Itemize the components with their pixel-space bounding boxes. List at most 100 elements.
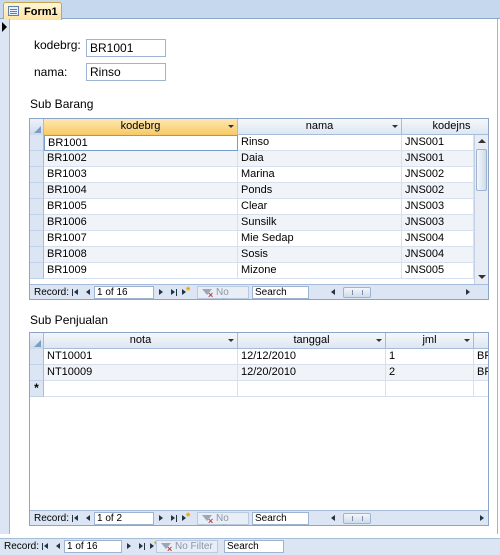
table-cell[interactable]: BR1008 [44, 247, 238, 263]
table-cell[interactable]: 1 [386, 349, 474, 365]
no-filter-button[interactable]: No Filter [156, 540, 218, 555]
table-cell[interactable]: JNS003 [402, 199, 474, 215]
column-header-kodebrg[interactable]: kodebrg [44, 119, 238, 135]
select-all-button[interactable] [30, 333, 44, 349]
search-input[interactable]: Search [252, 512, 309, 525]
table-cell[interactable]: Ponds [238, 183, 402, 199]
search-input[interactable]: Search [224, 540, 284, 553]
row-selector[interactable] [30, 215, 44, 231]
table-row[interactable]: BR1005 Clear JNS003 [30, 199, 474, 215]
table-cell[interactable]: JNS003 [402, 215, 474, 231]
row-selector[interactable] [30, 167, 44, 183]
scroll-thumb[interactable] [343, 287, 371, 298]
column-header-jml[interactable]: jml [386, 333, 474, 349]
next-record-icon[interactable] [156, 513, 167, 524]
sub-penjualan-datasheet[interactable]: nota tanggal jml NT1000112/12/20101BR100… [29, 332, 489, 526]
table-cell[interactable] [386, 381, 474, 397]
tab-form1[interactable]: Form1 [3, 2, 62, 20]
next-record-icon[interactable] [124, 541, 135, 552]
record-position-field[interactable]: 1 of 2 [94, 512, 154, 525]
last-record-icon[interactable] [136, 541, 147, 552]
table-row[interactable]: NT1000912/20/20102BR1001 [30, 365, 488, 381]
table-row[interactable]: BR1003 Marina JNS002 [30, 167, 474, 183]
chevron-down-icon[interactable] [228, 339, 234, 342]
table-cell[interactable]: BR1004 [44, 183, 238, 199]
record-position-field[interactable]: 1 of 16 [64, 540, 122, 553]
row-selector[interactable] [30, 263, 44, 279]
table-cell[interactable]: BR1002 [44, 151, 238, 167]
scroll-down-icon[interactable] [475, 270, 488, 283]
no-filter-button[interactable]: No Filter [197, 286, 249, 299]
table-row[interactable]: NT1000112/12/20101BR1001 [30, 349, 488, 365]
table-cell[interactable]: JNS004 [402, 231, 474, 247]
table-cell[interactable]: 12/12/2010 [238, 349, 386, 365]
table-cell[interactable]: BR1007 [44, 231, 238, 247]
vertical-scrollbar[interactable] [474, 135, 488, 284]
row-selector[interactable] [30, 349, 44, 365]
table-row[interactable]: BR1008 Sosis JNS004 [30, 247, 474, 263]
row-selector[interactable] [30, 365, 44, 381]
no-filter-button[interactable]: No Filter [197, 512, 249, 525]
horizontal-scrollbar[interactable] [328, 286, 474, 299]
table-row[interactable]: BR1007 Mie Sedap JNS004 [30, 231, 474, 247]
row-selector[interactable] [30, 247, 44, 263]
table-cell[interactable]: Mizone [238, 263, 402, 279]
next-record-icon[interactable] [156, 287, 167, 298]
table-cell[interactable]: 2 [386, 365, 474, 381]
chevron-down-icon[interactable] [464, 339, 470, 342]
table-cell[interactable]: Rinso [238, 135, 402, 151]
chevron-down-icon[interactable] [228, 125, 234, 128]
nama-field[interactable]: Rinso [86, 63, 166, 81]
record-selector[interactable] [0, 19, 10, 534]
table-row[interactable]: BR1001 Rinso JNS001 [30, 135, 474, 151]
last-record-icon[interactable] [168, 513, 179, 524]
table-cell[interactable]: JNS005 [402, 263, 474, 279]
table-cell[interactable]: BR1001 [44, 135, 238, 151]
first-record-icon[interactable] [70, 513, 81, 524]
previous-record-icon[interactable] [82, 287, 93, 298]
table-cell[interactable]: JNS002 [402, 167, 474, 183]
table-cell[interactable]: BR1009 [44, 263, 238, 279]
table-cell[interactable]: Marina [238, 167, 402, 183]
scroll-up-icon[interactable] [475, 135, 488, 148]
first-record-icon[interactable] [40, 541, 51, 552]
table-cell[interactable]: BR1006 [44, 215, 238, 231]
previous-record-icon[interactable] [82, 513, 93, 524]
scroll-right-icon[interactable] [476, 512, 487, 525]
row-selector[interactable] [30, 231, 44, 247]
horizontal-scrollbar[interactable] [328, 512, 488, 525]
column-header-kodebrg[interactable] [474, 333, 488, 349]
table-cell[interactable]: 12/20/2010 [238, 365, 386, 381]
table-row[interactable]: BR1006 Sunsilk JNS003 [30, 215, 474, 231]
search-input[interactable]: Search [252, 286, 309, 299]
table-cell[interactable]: Daia [238, 151, 402, 167]
table-cell[interactable]: Sosis [238, 247, 402, 263]
table-cell[interactable]: BR1003 [44, 167, 238, 183]
table-cell[interactable]: Clear [238, 199, 402, 215]
table-cell[interactable]: BR1005 [44, 199, 238, 215]
new-record-row[interactable]: * [30, 381, 488, 397]
table-row[interactable]: BR1009 Mizone JNS005 [30, 263, 474, 279]
table-cell[interactable] [44, 381, 238, 397]
table-cell[interactable] [238, 381, 386, 397]
previous-record-icon[interactable] [52, 541, 63, 552]
column-header-nama[interactable]: nama [238, 119, 402, 135]
table-cell[interactable]: Sunsilk [238, 215, 402, 231]
table-cell[interactable]: Mie Sedap [238, 231, 402, 247]
kodebrg-field[interactable]: BR1001 [86, 39, 166, 57]
sub-barang-datasheet[interactable]: kodebrg nama kodejns BR1001 Rinso JNS001 BR… [29, 118, 489, 300]
table-cell[interactable]: NT10009 [44, 365, 238, 381]
record-position-field[interactable]: 1 of 16 [94, 286, 154, 299]
new-record-icon[interactable] [180, 511, 191, 524]
table-cell[interactable]: BR1001 [474, 349, 488, 365]
table-cell[interactable]: JNS001 [402, 135, 474, 151]
table-cell[interactable]: JNS002 [402, 183, 474, 199]
table-cell[interactable] [474, 381, 488, 397]
chevron-down-icon[interactable] [392, 125, 398, 128]
row-selector[interactable] [30, 151, 44, 167]
row-selector[interactable] [30, 183, 44, 199]
table-row[interactable]: BR1002 Daia JNS001 [30, 151, 474, 167]
scroll-thumb[interactable] [343, 513, 371, 524]
new-record-icon[interactable] [180, 285, 191, 298]
table-cell[interactable]: JNS004 [402, 247, 474, 263]
